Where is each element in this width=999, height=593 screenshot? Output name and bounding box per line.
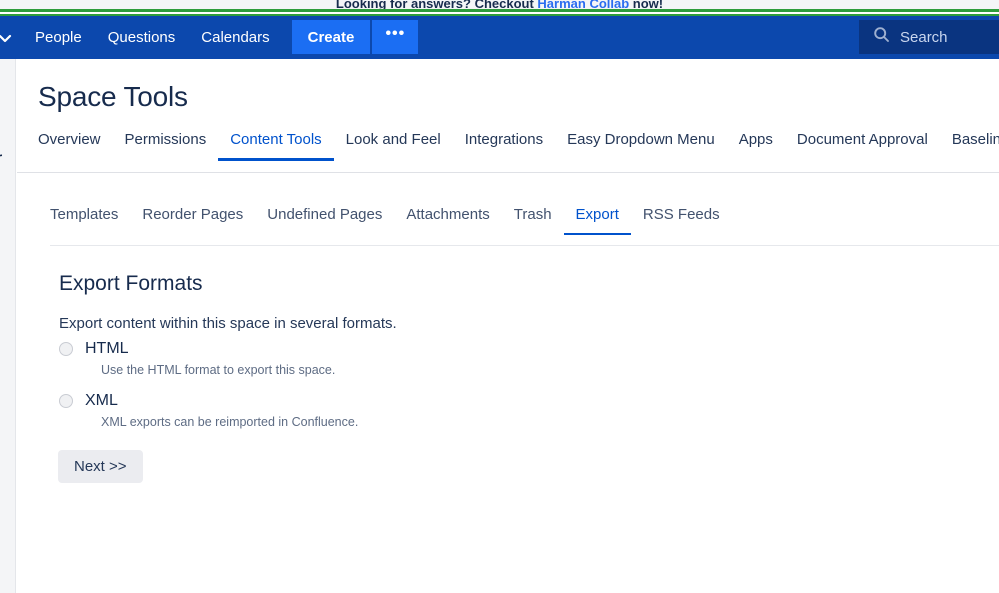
section-description: Export content within this space in seve… <box>59 315 397 332</box>
subtab-undefined-pages-label: Undefined Pages <box>267 206 383 223</box>
subtab-export-label: Export <box>575 206 619 223</box>
subtab-reorder-pages[interactable]: Reorder Pages <box>130 206 255 235</box>
secondary-tab-divider <box>50 245 999 246</box>
radio-option-html-label: HTML <box>85 340 129 357</box>
tab-look-and-feel-label: Look and Feel <box>345 131 441 148</box>
secondary-tab-bar: Templates Reorder Pages Undefined Pages … <box>50 206 732 235</box>
radio-option-html-help: Use the HTML format to export this space… <box>101 363 336 377</box>
search-input-placeholder: Search <box>900 28 948 46</box>
subtab-trash-label: Trash <box>513 206 552 223</box>
content-body: Templates Reorder Pages Undefined Pages … <box>17 174 999 593</box>
radio-option-html[interactable]: HTML <box>59 338 358 360</box>
tab-permissions-label: Permissions <box>124 131 207 148</box>
promo-banner-text: Looking for answers? Checkout Harman Col… <box>336 0 663 9</box>
ellipsis-icon: ••• <box>385 25 406 42</box>
subtab-rss-feeds[interactable]: RSS Feeds <box>631 206 732 235</box>
subtab-trash[interactable]: Trash <box>502 206 564 235</box>
promo-suffix: now! <box>629 0 664 9</box>
subtab-rss-feeds-label: RSS Feeds <box>642 206 720 223</box>
promo-link[interactable]: Harman Collab <box>537 0 629 9</box>
create-button-label: Create <box>307 28 355 46</box>
create-button[interactable]: Create <box>291 20 371 54</box>
tab-document-approval[interactable]: Document Approval <box>785 131 940 161</box>
nav-item-questions-label: Questions <box>107 29 176 46</box>
tab-easy-dropdown-menu-label: Easy Dropdown Menu <box>567 131 715 148</box>
section-title: Export Formats <box>59 272 203 295</box>
radio-circle-icon[interactable] <box>59 342 73 356</box>
subtab-reorder-pages-label: Reorder Pages <box>142 206 244 223</box>
tab-overview-label: Overview <box>38 131 101 148</box>
tab-apps-label: Apps <box>738 131 773 148</box>
radio-option-xml-label: XML <box>85 392 118 409</box>
tab-integrations-label: Integrations <box>464 131 544 148</box>
sidebar-truncated-label: r <box>0 149 2 171</box>
search-input[interactable]: Search <box>859 20 999 54</box>
tab-integrations[interactable]: Integrations <box>453 131 555 161</box>
subtab-undefined-pages[interactable]: Undefined Pages <box>255 206 394 235</box>
page-title: Space Tools <box>38 81 188 112</box>
subtab-export[interactable]: Export <box>563 206 631 235</box>
tab-look-and-feel[interactable]: Look and Feel <box>334 131 453 161</box>
radio-option-xml[interactable]: XML <box>59 390 358 412</box>
nav-item-questions[interactable]: Questions <box>95 16 189 59</box>
next-button[interactable]: Next >> <box>58 450 143 483</box>
tab-baseline[interactable]: Baseline <box>940 131 999 161</box>
radio-circle-icon[interactable] <box>59 394 73 408</box>
tab-document-approval-label: Document Approval <box>796 131 928 148</box>
promo-prefix: Looking for answers? Checkout <box>335 0 538 9</box>
nav-item-calendars[interactable]: Calendars <box>188 16 282 59</box>
chevron-down-icon[interactable] <box>0 16 22 59</box>
subtab-attachments[interactable]: Attachments <box>394 206 501 235</box>
tab-content-tools-label: Content Tools <box>230 131 322 148</box>
tab-easy-dropdown-menu[interactable]: Easy Dropdown Menu <box>555 131 727 161</box>
tab-baseline-label: Baseline <box>951 131 999 148</box>
tab-content-tools[interactable]: Content Tools <box>218 131 334 161</box>
tab-overview[interactable]: Overview <box>38 131 113 161</box>
subtab-attachments-label: Attachments <box>406 206 490 223</box>
search-icon <box>873 26 890 48</box>
radio-option-xml-help: XML exports can be reimported in Conflue… <box>101 415 359 429</box>
promo-banner: Looking for answers? Checkout Harman Col… <box>0 0 999 9</box>
nav-item-calendars-label: Calendars <box>201 29 270 46</box>
subtab-templates[interactable]: Templates <box>50 206 130 235</box>
tab-apps[interactable]: Apps <box>727 131 785 161</box>
top-navigation-bar: People Questions Calendars Create ••• Se… <box>0 16 999 59</box>
more-options-button[interactable]: ••• <box>372 20 419 54</box>
tab-permissions[interactable]: Permissions <box>113 131 219 161</box>
nav-item-people-label: People <box>35 29 82 46</box>
page-header: Space Tools Overview Permissions Content… <box>17 59 999 173</box>
subtab-templates-label: Templates <box>50 206 119 223</box>
collapsed-sidebar[interactable]: r <box>0 59 16 593</box>
nav-item-people[interactable]: People <box>22 16 95 59</box>
primary-tab-bar: Overview Permissions Content Tools Look … <box>38 131 999 161</box>
export-format-radio-group: HTML Use the HTML format to export this … <box>59 338 358 442</box>
